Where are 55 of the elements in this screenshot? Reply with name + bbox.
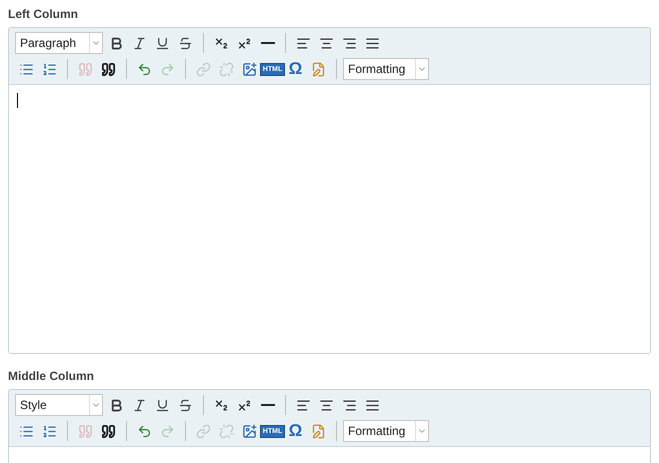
text-cursor [17,93,18,108]
subscript-icon [214,398,229,412]
strikethrough-icon [178,398,193,412]
align-center-icon [319,398,334,412]
style-select[interactable]: Paragraph [15,32,103,54]
superscript-icon [237,398,252,412]
superscript-icon [237,36,252,50]
unquote-icon [78,424,93,438]
subscript-icon [214,36,229,50]
underline-icon [155,36,170,50]
align-center-icon [319,36,334,50]
bulleted-list-icon [19,424,34,438]
undo-icon [137,424,152,438]
select-value: Paragraph [19,35,78,52]
style-select[interactable]: Style [15,394,103,416]
italic-icon [132,398,147,412]
field-label: Middle Column [8,368,95,385]
redo-icon [160,62,175,76]
template-icon [311,424,326,438]
align-right-icon [342,36,357,50]
horizontal-rule-icon [260,42,274,44]
numbered-list-icon [42,62,57,76]
italic-icon [132,36,147,50]
numbered-list-icon [42,424,57,438]
bold-icon [109,36,124,50]
justify-icon [365,36,380,50]
formatting-select[interactable]: Formatting [343,420,429,442]
align-right-icon [342,398,357,412]
redo-icon [160,424,175,438]
field-label: Left Column [8,6,79,23]
unquote-icon [78,62,93,76]
image-icon [242,424,257,438]
unlink-icon [219,62,234,76]
template-icon [311,62,326,76]
quote-icon [101,424,116,438]
select-value: Formatting [347,423,406,440]
horizontal-rule-icon [260,404,274,406]
link-icon [196,424,211,438]
link-icon [196,62,211,76]
select-value: Style [19,397,48,414]
justify-icon [365,398,380,412]
special-character-button[interactable]: Ω [284,58,307,80]
strikethrough-icon [178,36,193,50]
underline-icon [155,398,170,412]
undo-icon [137,62,152,76]
select-value: Formatting [347,61,406,78]
unlink-icon [219,424,234,438]
image-icon [242,62,257,76]
bulleted-list-icon [19,62,34,76]
align-left-icon [296,398,311,412]
special-character-button[interactable]: Ω [284,420,307,442]
align-left-icon [296,36,311,50]
formatting-select[interactable]: Formatting [343,58,429,80]
quote-icon [101,62,116,76]
bold-icon [109,398,124,412]
